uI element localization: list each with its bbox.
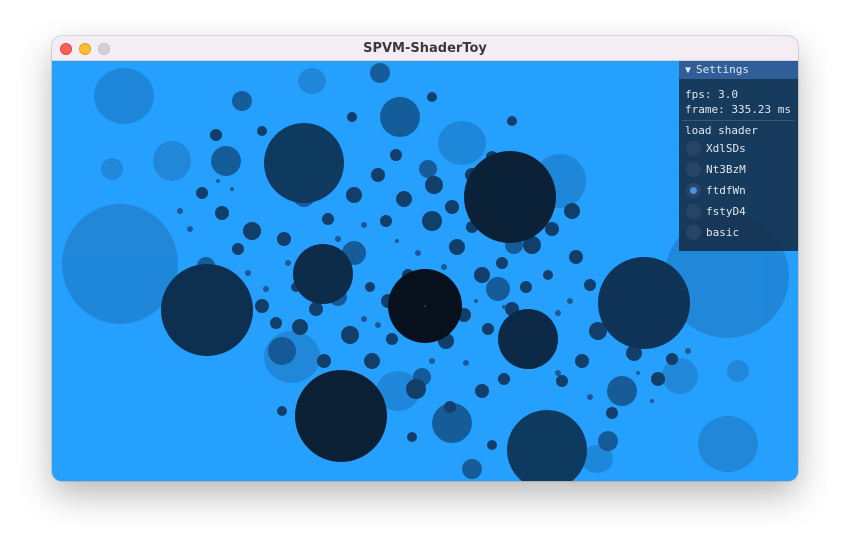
radio-button[interactable] bbox=[686, 162, 701, 177]
shader-option-label: XdlSDs bbox=[706, 142, 746, 155]
fps-readout: fps: 3.0 bbox=[685, 88, 738, 101]
settings-panel: ▼ Settings fps: 3.0 frame: 335.23 ms load… bbox=[679, 61, 798, 251]
shader-option-label: ftdfWn bbox=[706, 184, 746, 197]
shader-radio-list: XdlSDs Nt3BzM ftdfWn fstyD4 basic bbox=[679, 138, 798, 243]
load-shader-label: load shader bbox=[685, 124, 758, 137]
settings-title: Settings bbox=[696, 63, 750, 76]
collapse-triangle-icon[interactable]: ▼ bbox=[685, 65, 691, 76]
frame-time-readout: frame: 335.23 ms bbox=[685, 103, 791, 116]
shader-option-2[interactable]: ftdfWn bbox=[679, 180, 798, 201]
radio-button[interactable] bbox=[686, 204, 701, 219]
window-title: SPVM-ShaderToy bbox=[363, 41, 487, 56]
shader-option-3[interactable]: fstyD4 bbox=[679, 201, 798, 222]
title-bar[interactable]: SPVM-ShaderToy bbox=[52, 36, 798, 61]
shader-option-label: basic bbox=[706, 226, 740, 239]
shader-option-label: fstyD4 bbox=[706, 205, 746, 218]
radio-button[interactable] bbox=[686, 225, 701, 240]
shader-option-0[interactable]: XdlSDs bbox=[679, 138, 798, 159]
radio-button[interactable] bbox=[686, 141, 701, 156]
shader-option-1[interactable]: Nt3BzM bbox=[679, 159, 798, 180]
shader-option-label: Nt3BzM bbox=[706, 163, 746, 176]
shader-option-4[interactable]: basic bbox=[679, 222, 798, 243]
settings-header[interactable]: ▼ Settings bbox=[679, 61, 798, 79]
separator bbox=[682, 120, 795, 121]
app-window: SPVM-ShaderToy ▼ Settings fps: 3.0 frame… bbox=[52, 36, 798, 481]
radio-button[interactable] bbox=[686, 183, 701, 198]
